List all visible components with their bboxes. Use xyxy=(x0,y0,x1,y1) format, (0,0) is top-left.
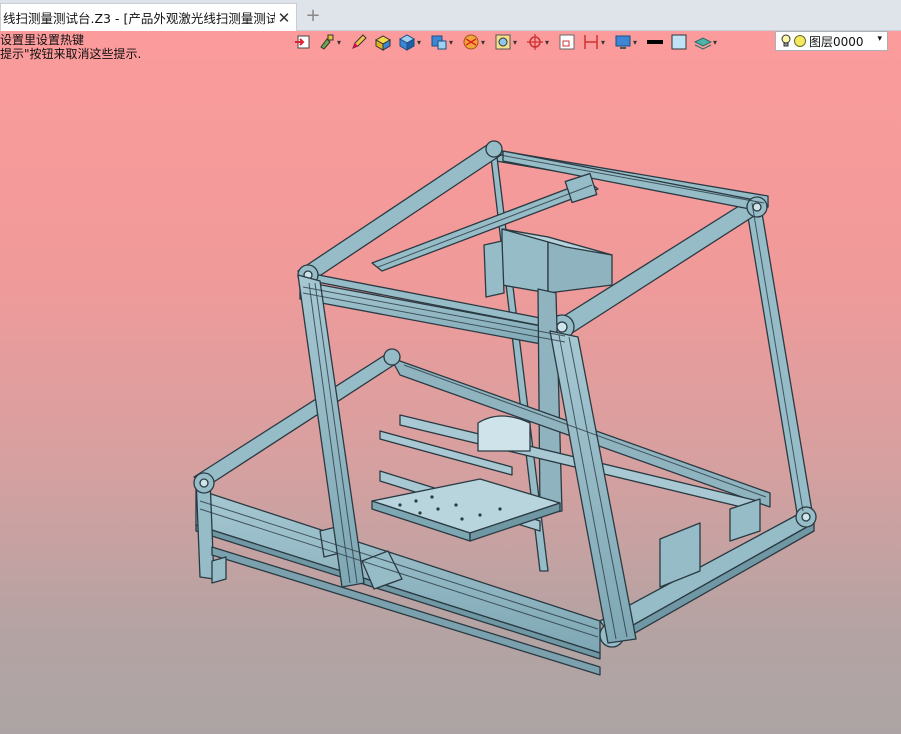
tab-bar: 线扫测量测试台.Z3 - [产品外观激光线扫测量测试台] ✕ + xyxy=(0,0,901,31)
3d-viewport[interactable]: 设置里设置热键 提示"按钮来取消这些提示. ▾ ▾ ▾ ▾ ▾ ▾ ▾ ▾ ▾ … xyxy=(0,31,901,734)
back-right-post xyxy=(744,198,813,514)
bolt xyxy=(752,202,762,212)
bolt xyxy=(556,321,568,333)
bolt xyxy=(801,512,811,522)
document-tab-title: 线扫测量测试台.Z3 - [产品外观激光线扫测量测试台] xyxy=(3,11,275,26)
add-tab-icon[interactable]: + xyxy=(304,6,322,26)
scan-target xyxy=(477,415,531,452)
base-right-bottom xyxy=(611,522,815,646)
3d-model[interactable] xyxy=(0,31,901,734)
document-tab[interactable]: 线扫测量测试台.Z3 - [产品外观激光线扫测量测试台] ✕ xyxy=(0,3,297,31)
close-icon[interactable]: ✕ xyxy=(275,9,293,27)
sensor-slider xyxy=(483,240,505,298)
corner-bracket xyxy=(383,348,401,366)
base-left-beam xyxy=(193,352,401,488)
front-right-post xyxy=(549,330,637,644)
bolt xyxy=(199,478,209,488)
foot xyxy=(211,556,227,584)
corner-bracket xyxy=(485,140,503,158)
angle-bracket xyxy=(564,172,598,204)
